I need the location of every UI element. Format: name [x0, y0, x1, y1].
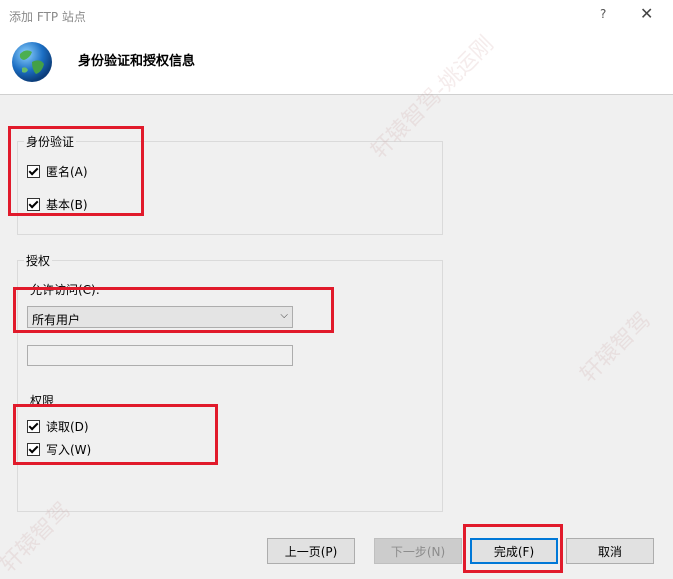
- highlight-finish: [463, 524, 563, 573]
- highlight-permissions: [13, 404, 218, 465]
- highlight-allow-access: [13, 287, 334, 333]
- cancel-button[interactable]: 取消: [566, 538, 654, 564]
- globe-icon: [12, 42, 52, 82]
- next-button[interactable]: 下一步(N): [374, 538, 462, 564]
- close-icon[interactable]: ✕: [640, 4, 653, 23]
- user-role-input[interactable]: [27, 345, 293, 366]
- watermark: 轩辕智驾: [575, 307, 656, 388]
- window-title: 添加 FTP 站点: [9, 10, 86, 24]
- authorization-group-label: 授权: [24, 252, 53, 269]
- prev-button[interactable]: 上一页(P): [267, 538, 355, 564]
- help-icon[interactable]: ?: [600, 7, 606, 21]
- title-bar: 添加 FTP 站点 ? ✕: [0, 0, 673, 30]
- page-title: 身份验证和授权信息: [78, 54, 196, 69]
- highlight-auth: [8, 126, 144, 216]
- wizard-header: 身份验证和授权信息: [0, 30, 673, 95]
